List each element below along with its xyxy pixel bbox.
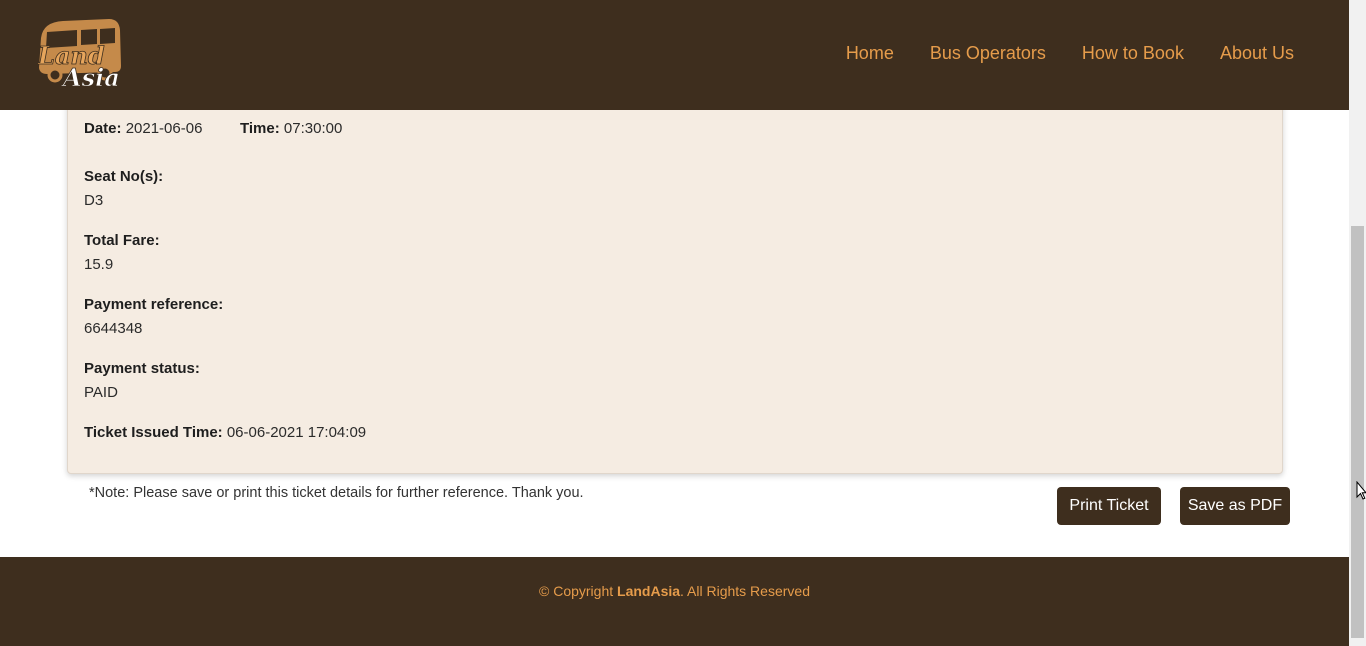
time-value: 07:30:00 [283, 120, 343, 137]
time-label: Time: [240, 120, 280, 137]
nav-how-to-book[interactable]: How to Book [1082, 43, 1184, 64]
issued-time-label: Ticket Issued Time: [84, 424, 223, 441]
copyright-text: © Copyright LandAsia. All Rights Reserve… [0, 583, 1349, 599]
page: Date: 2021-06-06 Time: 07:30:00 Seat No(… [0, 0, 1349, 646]
payment-reference-value: 6644348 [84, 320, 143, 337]
seat-label: Seat No(s): [84, 168, 164, 185]
date-field: Date: 2021-06-06 [84, 118, 202, 140]
mouse-cursor-icon [1356, 480, 1366, 506]
payment-status-field: Payment status: PAID [84, 358, 200, 404]
header: Land Asia Home Bus Operators How to Book… [0, 0, 1349, 110]
payment-status-value: PAID [84, 384, 118, 401]
footer: © Copyright LandAsia. All Rights Reserve… [0, 557, 1349, 646]
issued-time-field: Ticket Issued Time: 06-06-2021 17:04:09 [84, 422, 366, 444]
print-ticket-button[interactable]: Print Ticket [1057, 487, 1161, 525]
fare-value: 15.9 [84, 256, 114, 273]
date-value: 2021-06-06 [125, 120, 203, 137]
ticket-card: Date: 2021-06-06 Time: 07:30:00 Seat No(… [67, 60, 1283, 474]
fare-field: Total Fare: 15.9 [84, 230, 160, 276]
date-label: Date: [84, 120, 122, 137]
landasia-logo[interactable]: Land Asia [33, 16, 125, 92]
payment-reference-field: Payment reference: 6644348 [84, 294, 223, 340]
copyright-prefix: © Copyright [539, 583, 618, 599]
vertical-scrollbar[interactable] [1349, 0, 1366, 646]
scrollbar-thumb[interactable] [1351, 226, 1364, 638]
seat-field: Seat No(s): D3 [84, 166, 163, 212]
fare-label: Total Fare: [84, 232, 160, 249]
svg-text:Asia: Asia [61, 63, 120, 90]
payment-status-label: Payment status: [84, 360, 200, 377]
payment-reference-label: Payment reference: [84, 296, 224, 313]
nav-home[interactable]: Home [846, 43, 894, 64]
copyright-brand[interactable]: LandAsia [617, 583, 680, 599]
nav-bus-operators[interactable]: Bus Operators [930, 43, 1046, 64]
copyright-suffix: . All Rights Reserved [680, 583, 810, 599]
save-note: *Note: Please save or print this ticket … [89, 485, 584, 501]
issued-time-value: 06-06-2021 17:04:09 [226, 424, 367, 441]
save-as-pdf-button[interactable]: Save as PDF [1180, 487, 1290, 525]
main-nav: Home Bus Operators How to Book About Us [846, 43, 1294, 64]
seat-value: D3 [84, 192, 104, 209]
nav-about-us[interactable]: About Us [1220, 43, 1294, 64]
time-field: Time: 07:30:00 [240, 118, 342, 140]
